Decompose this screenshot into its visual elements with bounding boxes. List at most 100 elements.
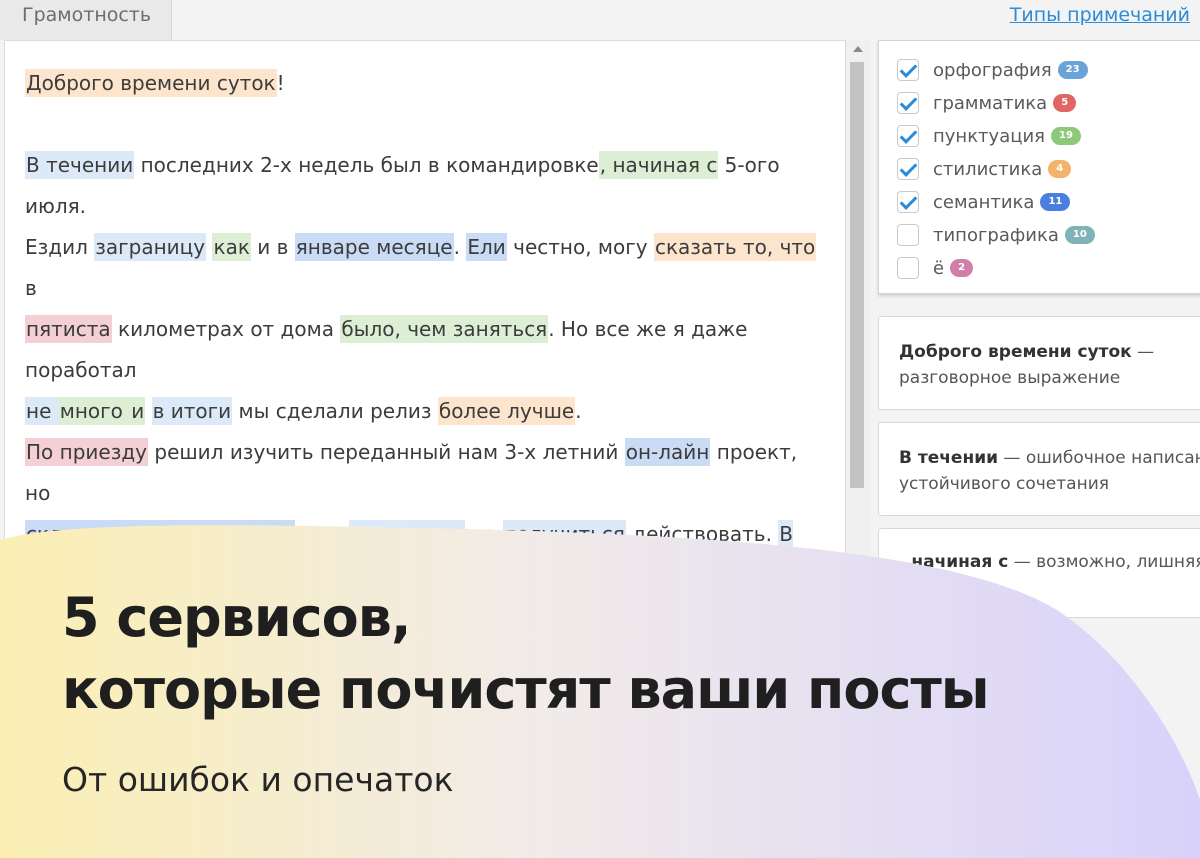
- highlighted-fragment[interactable]: заграницу: [94, 233, 207, 261]
- highlighted-fragment[interactable]: В течении: [25, 151, 135, 179]
- highlighted-fragment[interactable]: и: [123, 397, 146, 425]
- highlighted-fragment[interactable]: По приезду: [25, 438, 149, 466]
- card-term: , начиная с: [899, 552, 1009, 572]
- editor-line: [25, 104, 825, 145]
- headline-line-2: которые почистят ваши посты: [62, 658, 990, 721]
- text-fragment: и в: [250, 235, 295, 259]
- text-fragment: несколько человек: [550, 727, 759, 751]
- highlighted-fragment[interactable]: Ели: [466, 233, 507, 261]
- editor-line: Ездил заграницу как и в январе месяце. Е…: [25, 227, 825, 309]
- card-explanation: — возможно, лишняя: [1008, 552, 1200, 572]
- promo-headline: 5 сервисов, которые почистят ваши посты: [62, 582, 990, 726]
- checkbox-checked-icon[interactable]: [897, 158, 919, 180]
- annotation-type-row[interactable]: пунктуация 19: [897, 123, 1081, 149]
- text-fragment: [178, 727, 184, 751]
- highlighted-fragment[interactable]: много: [58, 397, 124, 425]
- highlighted-fragment[interactable]: к мне: [117, 725, 179, 753]
- highlighted-fragment[interactable]: как: [212, 233, 251, 261]
- text-fragment: .: [701, 768, 715, 792]
- checkbox-unchecked-icon[interactable]: [897, 257, 919, 279]
- text-fragment: аспирантуру в моем: [421, 768, 649, 792]
- highlighted-fragment[interactable]: получиться: [502, 520, 626, 548]
- highlighted-fragment[interactable]: что: [184, 725, 223, 753]
- annotation-type-label: пунктуация: [933, 125, 1046, 147]
- card-line-1: Доброго времени суток —: [899, 339, 1200, 365]
- annotation-type-label: орфография: [933, 59, 1052, 81]
- highlighted-fragment[interactable]: январе месяце: [294, 233, 454, 261]
- checkbox-unchecked-icon[interactable]: [897, 224, 919, 246]
- card-explanation: — ошибочное написан: [998, 448, 1200, 468]
- promo-subtitle: От ошибок и опечаток: [62, 760, 454, 799]
- card-line-1: , начиная с — возможно, лишняя: [899, 549, 1200, 575]
- text-fragment: .: [453, 235, 467, 259]
- highlighted-fragment[interactable]: складывается ощущение: [25, 520, 295, 548]
- editor-line: пятиста километрах от дома было, чем зан…: [25, 309, 825, 391]
- headline-line-1: 5 сервисов,: [62, 586, 411, 649]
- annotation-types-link[interactable]: Типы примечаний: [1010, 4, 1190, 26]
- text-fragment: решил изучить переданный нам 3-х летний: [148, 440, 625, 464]
- highlighted-fragment[interactable]: не: [25, 397, 59, 425]
- text-fragment: [145, 399, 151, 423]
- highlighted-fragment[interactable]: сказать то, что: [653, 233, 817, 261]
- annotation-type-label: стилистика: [933, 158, 1043, 180]
- annotation-type-row[interactable]: типографика 10: [897, 222, 1095, 248]
- card-explanation: —: [1131, 342, 1155, 362]
- highlighted-fragment[interactable]: он-лайн: [624, 438, 711, 466]
- card-line-2: разговорное выражение: [899, 368, 1121, 388]
- scroll-thumb[interactable]: [850, 62, 864, 488]
- count-badge: 23: [1057, 61, 1088, 79]
- highlighted-fragment[interactable]: Так же: [714, 766, 790, 794]
- highlighted-fragment[interactable]: (Как оказалось: [388, 725, 551, 753]
- annotation-type-row[interactable]: ё2: [897, 255, 974, 281]
- annotation-type-row[interactable]: семантика 11: [897, 189, 1071, 215]
- count-badge: 5: [1053, 94, 1077, 112]
- annotation-type-label: ё: [933, 257, 945, 279]
- count-badge: 10: [1064, 226, 1095, 244]
- card-line-2: устойчивого сочетания: [899, 474, 1109, 494]
- count-badge: 19: [1051, 127, 1081, 145]
- annotation-type-label: грамматика: [933, 92, 1048, 114]
- tab-gramotnost[interactable]: Грамотность: [0, 0, 172, 40]
- card-term: В течении: [899, 448, 999, 468]
- scroll-up-arrow-icon[interactable]: [853, 46, 863, 52]
- highlighted-fragment[interactable]: Доброго времени суток: [25, 69, 277, 97]
- count-badge: 4: [1048, 160, 1072, 178]
- editor-scrollbar[interactable]: [846, 40, 870, 560]
- card-term: Доброго времени суток: [899, 342, 1132, 362]
- highlighted-fragment[interactable]: было, чем заняться: [340, 315, 549, 343]
- highlighted-fragment[interactable]: более лучше: [437, 397, 576, 425]
- checkbox-checked-icon[interactable]: [897, 191, 919, 213]
- annotation-type-row[interactable]: грамматика 5: [897, 90, 1077, 116]
- text-fragment: последних 2-х недель был в командировке: [134, 153, 599, 177]
- checkbox-checked-icon[interactable]: [897, 59, 919, 81]
- checkbox-checked-icon[interactable]: [897, 125, 919, 147]
- editor-line: не много и в итоги мы сделали релиз боле…: [25, 391, 825, 432]
- text-fragment: не: [464, 522, 503, 546]
- annotation-type-row[interactable]: орфография 23: [897, 57, 1088, 83]
- text-fragment: мы сделали релиз: [232, 399, 438, 423]
- annotation-type-row[interactable]: стилистика 4: [897, 156, 1072, 182]
- text-fragment: километрах от дома: [111, 317, 341, 341]
- text-fragment: .: [575, 399, 582, 423]
- annotation-card[interactable]: Доброго времени суток — разговорное выра…: [878, 316, 1200, 410]
- highlighted-fragment[interactable]: , начиная с: [598, 151, 719, 179]
- annotation-card[interactable]: В течении — ошибочное написан устойчивого…: [878, 422, 1200, 516]
- text-fragment: интерес: [25, 727, 118, 751]
- count-badge: 11: [1040, 193, 1071, 211]
- highlighted-fragment[interactable]: пятиста: [25, 315, 112, 343]
- text-editor[interactable]: Доброго времени суток! В течении последни…: [4, 40, 846, 858]
- text-fragment: !: [276, 71, 285, 95]
- card-line-1: В течении — ошибочное написан: [899, 445, 1200, 471]
- highlighted-fragment[interactable]: на прямую: [349, 520, 465, 548]
- highlighted-fragment[interactable]: в итоги: [151, 397, 233, 425]
- checkbox-checked-icon[interactable]: [897, 92, 919, 114]
- annotation-type-label: типографика: [933, 224, 1059, 246]
- text-fragment: было приятно.: [222, 727, 389, 751]
- text-fragment: действовать.: [625, 522, 779, 546]
- text-fragment: Ездил: [25, 235, 95, 259]
- top-bar: Грамотность Типы примечаний: [0, 0, 1200, 40]
- highlighted-fragment[interactable]: ВУЗе: [648, 766, 702, 794]
- annotation-type-label: семантика: [933, 191, 1035, 213]
- editor-line: По приезду решил изучить переданный нам …: [25, 432, 825, 514]
- text-fragment: , что: [294, 522, 350, 546]
